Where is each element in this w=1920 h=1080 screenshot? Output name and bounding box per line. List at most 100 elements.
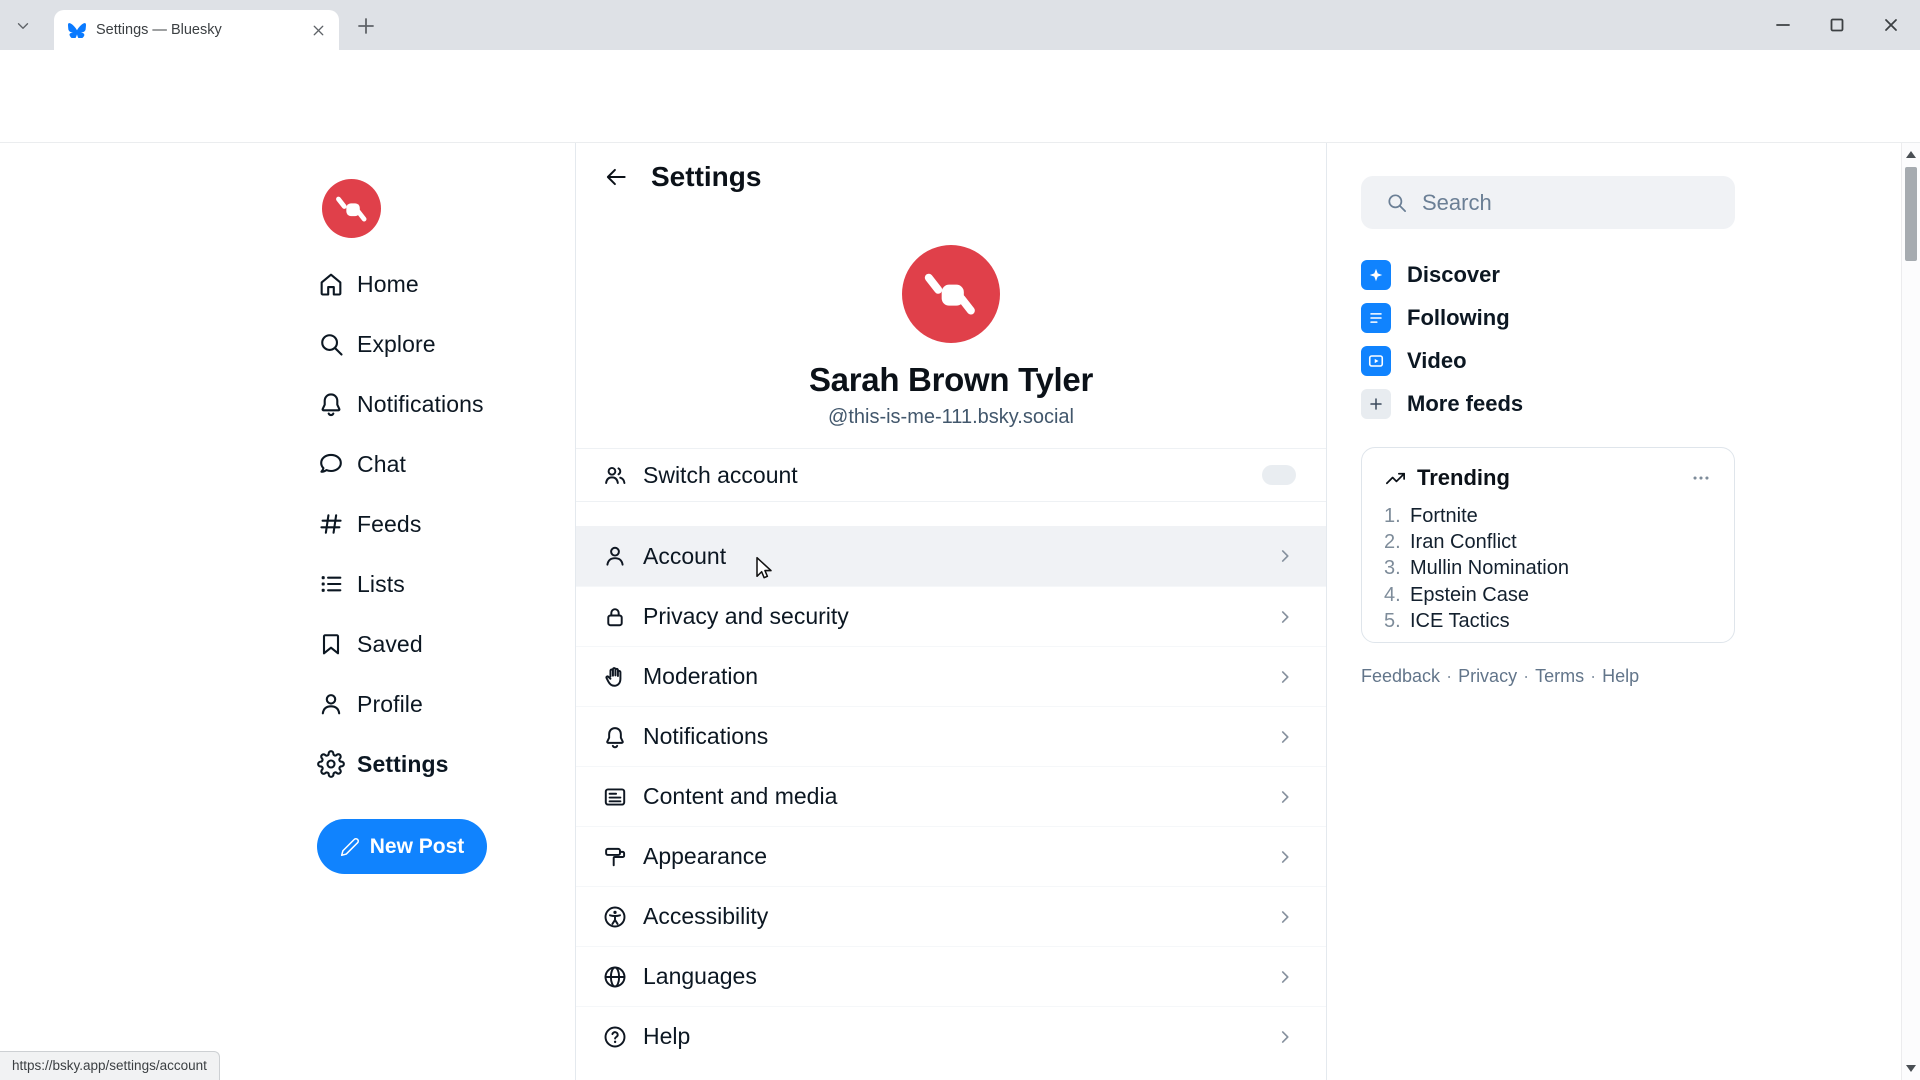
sidebar-item-feeds[interactable]: Feeds: [317, 494, 484, 554]
chevron-right-icon: [1274, 846, 1296, 868]
browser-toolbar: bsky.app/settings S: [0, 50, 1920, 108]
bluesky-page: Home Explore Notifications Chat Feeds Li…: [0, 143, 1920, 1080]
person-icon: [602, 543, 628, 569]
sidebar-item-lists[interactable]: Lists: [317, 554, 484, 614]
gear-icon: [317, 750, 345, 778]
hash-icon: [317, 510, 345, 538]
window-maximize-button[interactable]: [1810, 0, 1864, 50]
feedback-link[interactable]: Feedback: [1361, 666, 1440, 686]
settings-header: Settings: [576, 143, 1326, 211]
settings-item-account[interactable]: Account: [576, 526, 1326, 586]
terms-link[interactable]: Terms: [1535, 666, 1584, 686]
profile-name: Sarah Brown Tyler: [576, 361, 1326, 399]
discover-feed-icon: [1361, 260, 1391, 290]
compose-pencil-icon: [340, 837, 360, 857]
new-post-button[interactable]: New Post: [317, 819, 487, 874]
feed-label: Following: [1407, 305, 1510, 331]
sidebar-item-explore[interactable]: Explore: [317, 314, 484, 374]
mouse-cursor: [750, 554, 778, 582]
switch-account-indicator: [1262, 465, 1296, 485]
question-circle-icon: [602, 1024, 628, 1050]
trending-item[interactable]: 2.Iran Conflict: [1384, 529, 1712, 555]
settings-item-notifications[interactable]: Notifications: [576, 706, 1326, 766]
search-bar[interactable]: [1361, 176, 1735, 229]
search-icon: [1385, 191, 1408, 214]
feed-label: Discover: [1407, 262, 1500, 288]
chevron-right-icon: [1274, 666, 1296, 688]
feed-link-video[interactable]: Video: [1361, 339, 1735, 382]
trending-card: Trending 1.Fortnite 2.Iran Conflict 3.Mu…: [1361, 447, 1735, 643]
sidebar-item-label: Explore: [357, 331, 436, 358]
person-icon: [317, 690, 345, 718]
settings-panel: Settings Sarah Brown Tyler @this-is-me-1…: [575, 143, 1327, 1080]
settings-item-label: Accessibility: [643, 903, 768, 930]
window-close-button[interactable]: [1864, 0, 1918, 50]
bluesky-favicon: [68, 22, 86, 38]
privacy-link[interactable]: Privacy: [1458, 666, 1517, 686]
sidebar-item-notifications[interactable]: Notifications: [317, 374, 484, 434]
scroll-up-arrow[interactable]: [1906, 151, 1916, 158]
chevron-right-icon: [1274, 545, 1296, 567]
sidebar-item-label: Feeds: [357, 511, 421, 538]
trend-label: ICE Tactics: [1410, 610, 1510, 633]
search-input[interactable]: [1422, 190, 1712, 216]
feed-link-discover[interactable]: Discover: [1361, 253, 1735, 296]
page-scrollbar[interactable]: [1901, 143, 1920, 1080]
sidebar-item-label: Settings: [357, 751, 449, 778]
window-controls: [1756, 0, 1918, 50]
chevron-right-icon: [1274, 786, 1296, 808]
bell-icon: [602, 724, 628, 750]
window-minimize-button[interactable]: [1756, 0, 1810, 50]
home-icon: [317, 270, 345, 298]
trend-rank: 4.: [1384, 584, 1410, 607]
hand-icon: [602, 664, 628, 690]
profile-summary: Sarah Brown Tyler @this-is-me-111.bsky.s…: [576, 245, 1326, 429]
sidebar-item-home[interactable]: Home: [317, 254, 484, 314]
switch-account-row[interactable]: Switch account: [576, 448, 1326, 502]
settings-item-moderation[interactable]: Moderation: [576, 646, 1326, 706]
account-avatar-small[interactable]: [322, 179, 381, 238]
feed-link-following[interactable]: Following: [1361, 296, 1735, 339]
screen: Settings — Bluesky bsky.app/settings S: [0, 0, 1920, 1080]
back-arrow-icon[interactable]: [603, 164, 629, 190]
separator: ·: [1523, 666, 1529, 686]
settings-item-languages[interactable]: Languages: [576, 946, 1326, 1006]
separator: ·: [1446, 666, 1452, 686]
tab-title: Settings — Bluesky: [96, 22, 302, 38]
chevron-right-icon: [1274, 606, 1296, 628]
trending-item[interactable]: 3.Mullin Nomination: [1384, 556, 1712, 582]
settings-item-help[interactable]: Help: [576, 1006, 1326, 1066]
sidebar-item-profile[interactable]: Profile: [317, 674, 484, 734]
sidebar-item-settings[interactable]: Settings: [317, 734, 484, 794]
scroll-down-arrow[interactable]: [1906, 1065, 1916, 1072]
settings-item-appearance[interactable]: Appearance: [576, 826, 1326, 886]
sidebar-item-saved[interactable]: Saved: [317, 614, 484, 674]
trend-rank: 3.: [1384, 557, 1410, 580]
list-icon: [317, 570, 345, 598]
settings-item-privacy-security[interactable]: Privacy and security: [576, 586, 1326, 646]
trending-item[interactable]: 4.Epstein Case: [1384, 582, 1712, 608]
trend-rank: 2.: [1384, 531, 1410, 554]
settings-item-accessibility[interactable]: Accessibility: [576, 886, 1326, 946]
trend-label: Epstein Case: [1410, 584, 1529, 607]
sidebar-item-chat[interactable]: Chat: [317, 434, 484, 494]
profile-avatar[interactable]: [902, 245, 1000, 343]
trending-up-icon: [1384, 467, 1407, 490]
trending-item[interactable]: 1.Fortnite: [1384, 503, 1712, 529]
shaka-hand-icon: [335, 192, 369, 226]
new-tab-icon[interactable]: [354, 14, 378, 38]
tab-search-chevron-icon[interactable]: [14, 17, 32, 35]
tab-close-icon[interactable]: [310, 22, 327, 39]
help-link[interactable]: Help: [1602, 666, 1639, 686]
settings-item-label: Content and media: [643, 783, 837, 810]
settings-item-content-media[interactable]: Content and media: [576, 766, 1326, 826]
trending-list: 1.Fortnite 2.Iran Conflict 3.Mullin Nomi…: [1384, 503, 1712, 635]
feed-link-more-feeds[interactable]: More feeds: [1361, 382, 1735, 425]
trend-label: Mullin Nomination: [1410, 557, 1569, 580]
browser-tab[interactable]: Settings — Bluesky: [54, 10, 339, 50]
video-feed-icon: [1361, 346, 1391, 376]
more-options-icon[interactable]: [1690, 467, 1712, 489]
trending-title: Trending: [1417, 465, 1510, 491]
trending-item[interactable]: 5.ICE Tactics: [1384, 609, 1712, 635]
scrollbar-thumb[interactable]: [1905, 167, 1917, 261]
